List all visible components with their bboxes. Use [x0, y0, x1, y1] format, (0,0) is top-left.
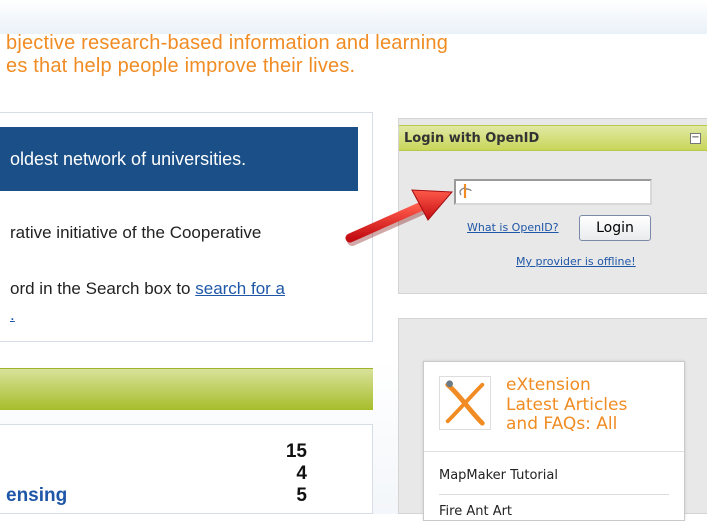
intro-line-1: rative initiative of the Cooperative — [10, 223, 262, 242]
list-item[interactable]: Fire Ant Art — [439, 504, 669, 519]
what-is-openid-link[interactable]: What is OpenID? — [467, 221, 559, 234]
banner-text: oldest network of universities. — [10, 149, 247, 169]
stat-count: 4 — [296, 463, 307, 484]
login-button[interactable]: Login — [579, 215, 651, 241]
stat-row: 4 — [0, 463, 372, 485]
openid-url-input[interactable] — [454, 179, 652, 205]
stat-row: 15 — [0, 441, 372, 463]
openid-icon — [459, 184, 472, 198]
stat-count: 5 — [296, 485, 307, 506]
extension-widget-header: eXtension Latest Articles and FAQs: All — [424, 362, 684, 452]
extension-title-line-1: eXtension — [506, 375, 591, 395]
collapse-icon[interactable]: − — [690, 133, 701, 144]
login-box-title: Login with OpenID — [404, 131, 540, 146]
extension-logo-icon[interactable] — [439, 376, 491, 430]
tagline-line-1: bjective research-based information and … — [6, 32, 449, 54]
section-header-bar — [0, 368, 373, 410]
intro-line-2-text: ord in the Search box to — [10, 279, 196, 298]
intro-line-3: . — [10, 305, 15, 325]
extension-widget-container: eXtension Latest Articles and FAQs: All … — [398, 318, 707, 521]
stats-panel: 15 4 ensing 5 — [0, 424, 373, 514]
list-divider — [439, 494, 669, 495]
extension-title-line-2: Latest Articles — [506, 394, 628, 415]
search-link-continued[interactable]: . — [10, 305, 15, 324]
extension-title-line-3: and FAQs: All — [506, 414, 618, 435]
stat-row: ensing 5 — [0, 485, 372, 507]
header-background — [0, 0, 707, 34]
stat-count: 15 — [285, 441, 307, 462]
extension-widget: eXtension Latest Articles and FAQs: All … — [423, 361, 685, 521]
tagline-line-2: es that help people improve their lives. — [6, 55, 356, 77]
list-item[interactable]: MapMaker Tutorial — [439, 468, 669, 483]
login-box-header: Login with OpenID − — [399, 125, 707, 151]
stat-label[interactable]: ensing — [6, 485, 67, 507]
intro-line-2: ord in the Search box to search for a — [10, 279, 285, 299]
main-content-panel: oldest network of universities. rative i… — [0, 112, 373, 342]
annotation-arrow-icon — [345, 189, 454, 246]
extension-widget-title[interactable]: eXtension Latest Articles and FAQs: All — [506, 375, 628, 435]
search-link[interactable]: search for a — [195, 279, 285, 298]
banner: oldest network of universities. — [0, 127, 358, 191]
provider-offline-link[interactable]: My provider is offline! — [516, 255, 636, 268]
site-tagline: bjective research-based information and … — [6, 32, 666, 78]
